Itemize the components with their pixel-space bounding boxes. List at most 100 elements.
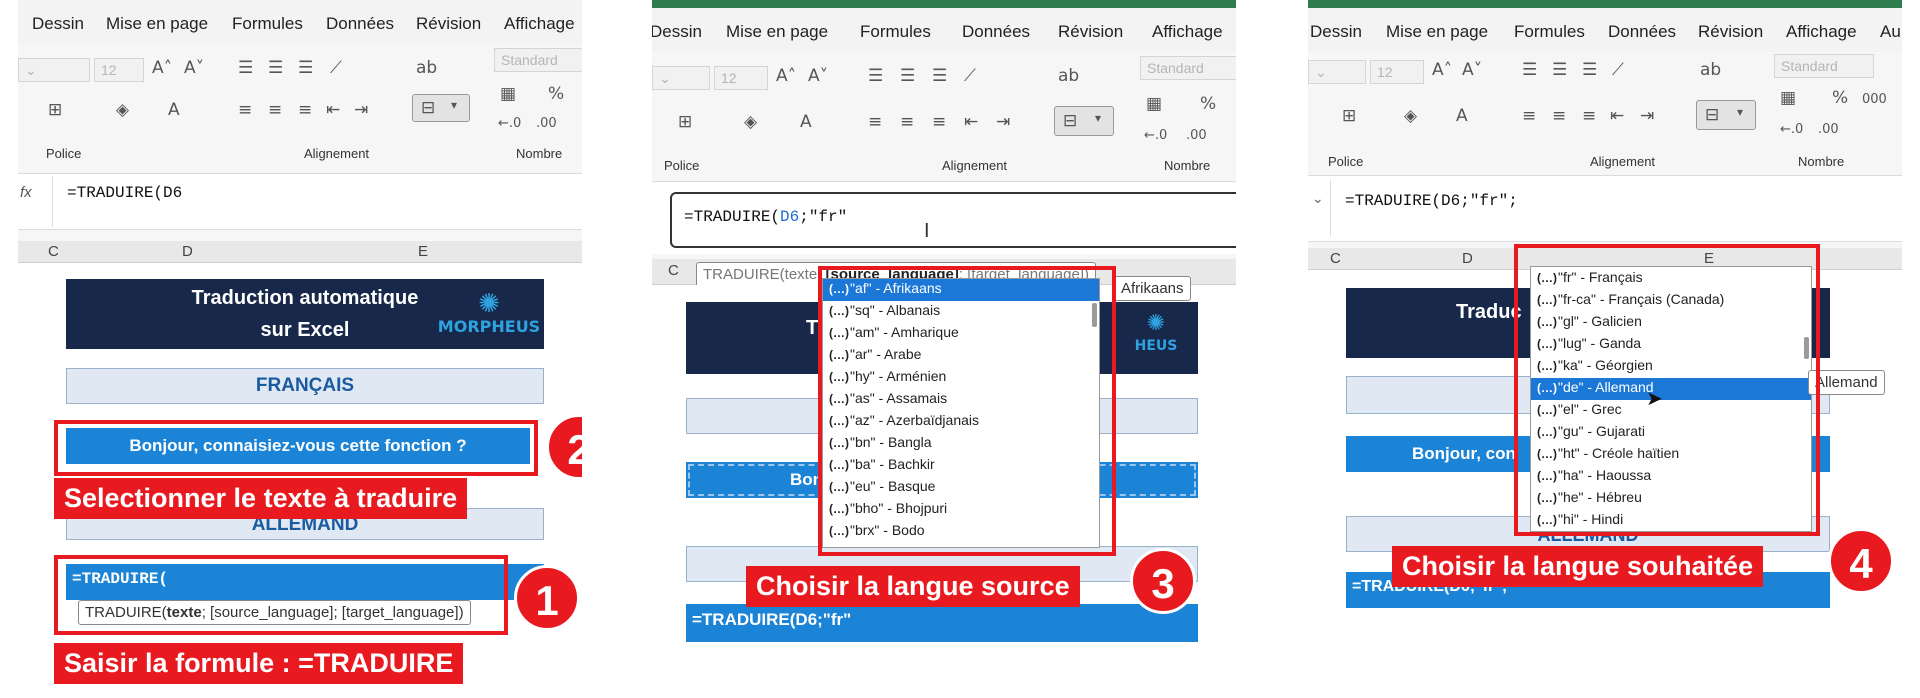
increase-font-icon[interactable]: A˄ bbox=[1432, 60, 1452, 80]
font-size-combo[interactable]: 12 bbox=[714, 66, 768, 90]
col-d-header[interactable]: D bbox=[182, 243, 193, 260]
tab-donnees[interactable]: Données bbox=[962, 22, 1030, 42]
align-right-icon[interactable]: ≡ bbox=[1582, 106, 1596, 126]
decimal-increase-icon[interactable]: ←.0 bbox=[498, 116, 521, 131]
formula-input[interactable]: =TRADUIRE(D6 bbox=[52, 176, 582, 227]
indent-increase-icon[interactable]: ⇥ bbox=[996, 112, 1010, 132]
percent-icon[interactable]: % bbox=[548, 84, 564, 104]
increase-font-icon[interactable]: A˄ bbox=[776, 66, 796, 86]
formula-input[interactable]: =TRADUIRE(D6;"fr"; bbox=[1330, 180, 1902, 237]
align-right-icon[interactable]: ≡ bbox=[932, 112, 946, 132]
indent-decrease-icon[interactable]: ⇤ bbox=[964, 112, 978, 132]
currency-icon[interactable]: ▦ bbox=[500, 84, 516, 104]
decrease-font-icon[interactable]: A˅ bbox=[808, 66, 828, 86]
tab-dessin[interactable]: Dessin bbox=[32, 14, 84, 34]
align-center-icon[interactable]: ≡ bbox=[900, 112, 914, 132]
indent-decrease-icon[interactable]: ⇤ bbox=[1610, 106, 1624, 126]
align-top-icon[interactable]: ☰ bbox=[1522, 60, 1537, 80]
tab-affichage[interactable]: Affichage bbox=[1786, 22, 1857, 42]
tab-mise-en-page[interactable]: Mise en page bbox=[726, 22, 828, 42]
formula-input[interactable]: =TRADUIRE(D6;"fr" I bbox=[670, 192, 1236, 248]
font-color-icon[interactable]: A bbox=[800, 112, 812, 132]
fill-color-icon[interactable]: ◈ bbox=[1404, 106, 1417, 126]
tab-affichage[interactable]: Affichage bbox=[1152, 22, 1223, 42]
tab-donnees[interactable]: Données bbox=[1608, 22, 1676, 42]
tab-affichage[interactable]: Affichage bbox=[504, 14, 575, 34]
currency-icon[interactable]: ▦ bbox=[1146, 94, 1162, 114]
align-middle-icon[interactable]: ☰ bbox=[268, 58, 283, 78]
font-name-combo[interactable]: ⌄ bbox=[652, 66, 710, 90]
decimal-decrease-icon[interactable]: .00 bbox=[1186, 128, 1207, 143]
thousands-icon[interactable]: 000 bbox=[1862, 92, 1887, 107]
number-format-combo[interactable]: Standard bbox=[1140, 56, 1236, 80]
col-c-header[interactable]: C bbox=[1330, 250, 1341, 267]
percent-icon[interactable]: % bbox=[1832, 88, 1848, 108]
active-cell[interactable]: =TRADUIRE(D6;"fr" bbox=[686, 604, 1198, 642]
tab-au[interactable]: Au bbox=[1880, 22, 1901, 42]
align-right-icon[interactable]: ≡ bbox=[298, 100, 312, 120]
font-size-combo[interactable]: 12 bbox=[1370, 60, 1424, 84]
align-middle-icon[interactable]: ☰ bbox=[900, 66, 915, 86]
font-color-icon[interactable]: A bbox=[1456, 106, 1468, 126]
decrease-font-icon[interactable]: A˅ bbox=[1462, 60, 1482, 80]
decimal-increase-icon[interactable]: ←.0 bbox=[1780, 122, 1803, 137]
wrap-text-icon[interactable]: ab bbox=[416, 58, 437, 78]
font-name-combo[interactable]: ⌄ bbox=[1308, 60, 1366, 84]
orientation-icon[interactable]: ⟋ bbox=[330, 58, 342, 78]
number-format-combo[interactable]: Standard bbox=[1774, 54, 1874, 78]
tab-revision[interactable]: Révision bbox=[1058, 22, 1123, 42]
font-size-combo[interactable]: 12 bbox=[94, 58, 144, 82]
borders-icon[interactable]: ⊞ bbox=[48, 100, 62, 120]
indent-increase-icon[interactable]: ⇥ bbox=[354, 100, 368, 120]
borders-icon[interactable]: ⊞ bbox=[1342, 106, 1356, 126]
decimal-decrease-icon[interactable]: .00 bbox=[536, 116, 557, 131]
decrease-font-icon[interactable]: A˅ bbox=[184, 58, 204, 78]
indent-increase-icon[interactable]: ⇥ bbox=[1640, 106, 1654, 126]
col-d-header[interactable]: D bbox=[1462, 250, 1473, 267]
orientation-icon[interactable]: ⟋ bbox=[1612, 60, 1624, 80]
align-middle-icon[interactable]: ☰ bbox=[1552, 60, 1567, 80]
col-c-header[interactable]: C bbox=[668, 262, 679, 279]
indent-decrease-icon[interactable]: ⇤ bbox=[326, 100, 340, 120]
tab-revision[interactable]: Révision bbox=[416, 14, 481, 34]
orientation-icon[interactable]: ⟋ bbox=[964, 66, 976, 86]
chevron-down-icon[interactable]: ⌄ bbox=[1312, 190, 1324, 207]
align-top-icon[interactable]: ☰ bbox=[238, 58, 253, 78]
merge-center-button[interactable]: ⊟ ▾ bbox=[1054, 106, 1114, 136]
number-format-combo[interactable]: Standard bbox=[494, 48, 582, 72]
align-left-icon[interactable]: ≡ bbox=[1522, 106, 1536, 126]
col-c-header[interactable]: C bbox=[48, 243, 59, 260]
align-bottom-icon[interactable]: ☰ bbox=[932, 66, 947, 86]
font-name-combo[interactable]: ⌄ bbox=[18, 58, 90, 82]
align-left-icon[interactable]: ≡ bbox=[238, 100, 252, 120]
tab-formules[interactable]: Formules bbox=[232, 14, 303, 34]
merge-center-button[interactable]: ⊟ ▾ bbox=[412, 94, 470, 122]
increase-font-icon[interactable]: A˄ bbox=[152, 58, 172, 78]
decimal-decrease-icon[interactable]: .00 bbox=[1818, 122, 1839, 137]
fill-color-icon[interactable]: ◈ bbox=[116, 100, 129, 120]
align-center-icon[interactable]: ≡ bbox=[1552, 106, 1566, 126]
borders-icon[interactable]: ⊞ bbox=[678, 112, 692, 132]
tab-dessin[interactable]: Dessin bbox=[652, 22, 702, 42]
align-center-icon[interactable]: ≡ bbox=[268, 100, 282, 120]
decimal-increase-icon[interactable]: ←.0 bbox=[1144, 128, 1167, 143]
tab-revision[interactable]: Révision bbox=[1698, 22, 1763, 42]
tab-mise-en-page[interactable]: Mise en page bbox=[106, 14, 208, 34]
wrap-text-icon[interactable]: ab bbox=[1058, 66, 1079, 86]
percent-icon[interactable]: % bbox=[1200, 94, 1216, 114]
tab-formules[interactable]: Formules bbox=[1514, 22, 1585, 42]
tab-formules[interactable]: Formules bbox=[860, 22, 931, 42]
currency-icon[interactable]: ▦ bbox=[1780, 88, 1796, 108]
align-top-icon[interactable]: ☰ bbox=[868, 66, 883, 86]
fill-color-icon[interactable]: ◈ bbox=[744, 112, 757, 132]
wrap-text-icon[interactable]: ab bbox=[1700, 60, 1721, 80]
align-bottom-icon[interactable]: ☰ bbox=[298, 58, 313, 78]
col-e-header[interactable]: E bbox=[418, 243, 428, 260]
align-left-icon[interactable]: ≡ bbox=[868, 112, 882, 132]
merge-center-button[interactable]: ⊟ ▾ bbox=[1696, 100, 1756, 130]
align-bottom-icon[interactable]: ☰ bbox=[1582, 60, 1597, 80]
tab-dessin[interactable]: Dessin bbox=[1310, 22, 1362, 42]
tab-donnees[interactable]: Données bbox=[326, 14, 394, 34]
font-color-icon[interactable]: A bbox=[168, 100, 180, 120]
tab-mise-en-page[interactable]: Mise en page bbox=[1386, 22, 1488, 42]
